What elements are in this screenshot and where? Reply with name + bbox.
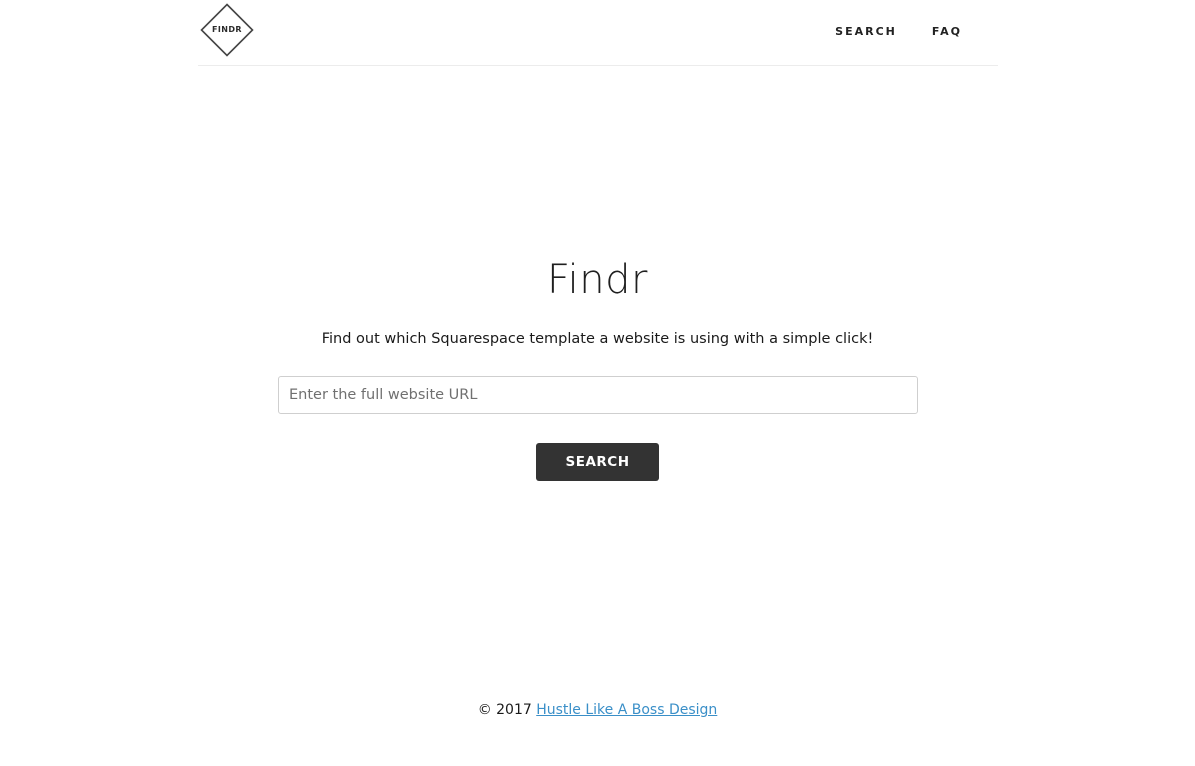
nav-item-faq[interactable]: FAQ [932,25,962,38]
page-subtitle: Find out which Squarespace template a we… [321,331,874,347]
copyright-text: © 2017 [477,702,532,718]
url-input[interactable] [278,376,918,414]
nav-item-search[interactable]: SEARCH [835,25,897,38]
site-footer: © 2017 Hustle Like A Boss Design [0,700,1195,720]
page-title: Findr [547,257,648,303]
site-header: FINDR SEARCH FAQ [198,0,998,66]
logo-link[interactable]: FINDR [200,3,254,57]
search-button[interactable]: SEARCH [536,443,659,481]
logo-text: FINDR [212,25,242,34]
main-nav: SEARCH FAQ [835,25,962,38]
footer-credit-link[interactable]: Hustle Like A Boss Design [536,702,717,718]
